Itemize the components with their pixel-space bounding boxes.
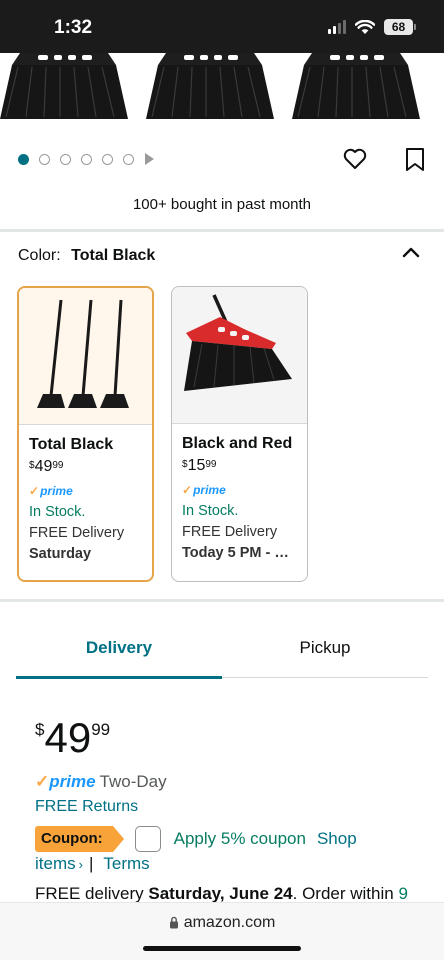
stock-status: In Stock. [29, 504, 86, 520]
cellular-signal-icon [328, 20, 346, 34]
carousel-dot[interactable] [123, 153, 134, 165]
coupon-badge: Coupon: [35, 826, 124, 852]
coupon-text[interactable]: Apply 5% coupon [174, 829, 306, 849]
carousel-dot[interactable] [81, 153, 92, 165]
url-text: amazon.com [183, 914, 276, 931]
color-swatch-total-black[interactable]: Total Black $49 99 ✓ prime In Stock. FREE … [17, 286, 154, 582]
swatch-name: Black and Red [182, 435, 293, 452]
delivery-label: FREE Delivery [29, 525, 125, 541]
tab-pickup[interactable]: Pickup [222, 624, 428, 678]
chevron-right-icon: › [78, 856, 83, 872]
prime-badge: ✓ prime [29, 484, 73, 498]
battery-icon: 68 [384, 19, 416, 35]
free-returns-link[interactable]: FREE Returns [35, 798, 138, 816]
shop-items-link[interactable]: Shop [317, 829, 357, 849]
lock-icon [169, 916, 178, 929]
bookmark-icon[interactable] [404, 146, 426, 174]
color-label: Color: [18, 247, 61, 264]
broom-image [292, 53, 420, 119]
red-broom-image [184, 294, 292, 391]
fulfillment-tabs: Delivery Pickup [16, 624, 428, 679]
prime-delivery: ✓ prime Two-Day [35, 772, 167, 791]
color-swatch-black-and-red[interactable]: Black and Red $15 99 ✓ prime In Stock. FRE… [171, 286, 308, 582]
broom-set-image [37, 299, 129, 408]
status-icons: 68 [328, 19, 416, 35]
delivery-day: Saturday [29, 546, 92, 562]
check-icon: ✓ [29, 484, 40, 498]
swatch-name: Total Black [29, 436, 114, 453]
prime-badge: ✓ prime [182, 483, 226, 497]
check-icon: ✓ [35, 772, 50, 791]
status-time: 1:32 [54, 17, 93, 38]
swatch-image [19, 288, 152, 424]
carousel-dot[interactable] [39, 153, 50, 165]
stock-status: In Stock. [182, 503, 239, 519]
product-image-carousel[interactable] [0, 53, 444, 133]
color-selected-value: Total Black [71, 247, 156, 264]
broom-image [0, 53, 128, 119]
home-indicator[interactable] [143, 946, 301, 951]
check-icon: ✓ [182, 483, 193, 497]
heart-icon[interactable] [342, 146, 368, 172]
carousel-dot[interactable] [60, 153, 71, 165]
broom-image [146, 53, 274, 119]
product-price: $49 99 [35, 714, 111, 761]
bought-count: 100+ bought in past month [132, 196, 312, 213]
url-display[interactable]: amazon.com [0, 914, 444, 932]
separator: | [88, 854, 94, 873]
swatch-price: $15 99 [182, 457, 217, 474]
shop-items-link[interactable]: items [35, 854, 76, 874]
carousel-indicator [18, 153, 154, 165]
delivery-day: Today 5 PM - … [182, 545, 289, 561]
carousel-dot[interactable] [18, 153, 29, 165]
coupon-row: Coupon: Apply 5% coupon Shop [35, 824, 430, 854]
terms-link[interactable]: Terms [103, 854, 149, 874]
browser-url-bar[interactable]: amazon.com [0, 902, 444, 960]
carousel-dot[interactable] [102, 153, 113, 165]
tab-delivery[interactable]: Delivery [16, 624, 222, 679]
delivery-estimate: FREE delivery Saturday, June 24. Order w… [35, 884, 408, 903]
chevron-up-icon[interactable] [401, 243, 421, 263]
color-selector-header: Color: Total Black [18, 247, 155, 265]
status-bar: 1:32 68 [0, 0, 444, 53]
section-divider [0, 599, 444, 602]
battery-level: 68 [384, 19, 413, 35]
play-icon[interactable] [145, 153, 154, 165]
swatch-price: $49 99 [29, 458, 64, 475]
swatch-image [172, 287, 307, 423]
coupon-checkbox[interactable] [134, 826, 161, 852]
coupon-links: items › | Terms [35, 854, 150, 874]
wifi-icon [355, 19, 375, 34]
section-divider [0, 229, 444, 232]
delivery-label: FREE Delivery [182, 524, 278, 540]
